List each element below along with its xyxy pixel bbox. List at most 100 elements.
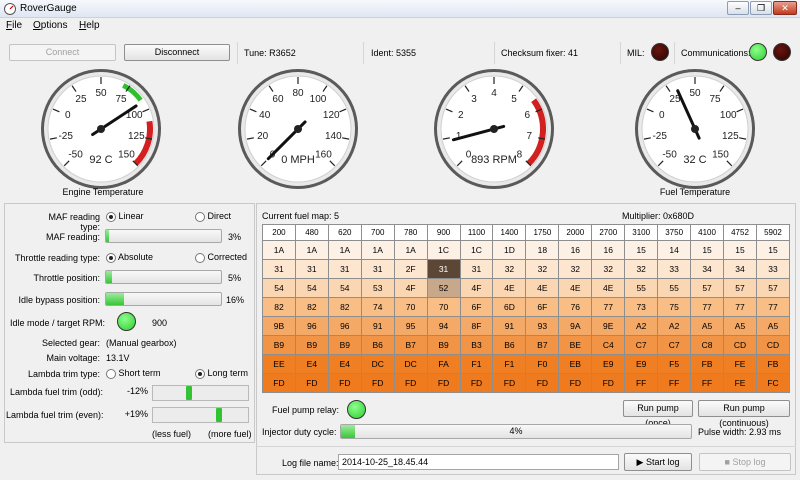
fuel-map-cell: C8 — [690, 335, 725, 355]
throttle-position-bar — [105, 270, 222, 284]
log-file-input[interactable]: 2014-10-25_18.45.44 — [338, 454, 619, 470]
radio-indicator[interactable] — [195, 211, 205, 222]
fuel-map-cell: CD — [755, 335, 791, 355]
fuel-map-cell: 31 — [459, 259, 494, 279]
selected-gear-value: (Manual gearbox) — [106, 338, 177, 348]
fuel-map-cell: 16 — [591, 240, 626, 260]
gauge-readout: 0 MPH — [281, 154, 315, 166]
radio-indicator[interactable] — [106, 211, 116, 222]
menu-help-label: elp — [86, 20, 100, 31]
maximize-button[interactable]: ❐ — [750, 1, 772, 15]
stop-log-button[interactable]: ■ Stop log — [699, 453, 791, 471]
speed-gauge: 0204060801001201401600 MPH — [238, 69, 358, 189]
fuel-map-cell: B9 — [327, 335, 362, 355]
fuel-map-cell: FF — [690, 373, 725, 393]
title-bar[interactable] — [0, 0, 800, 18]
lambda-long-term-radio[interactable]: Long term — [195, 368, 248, 379]
fuel-map-cell: FD — [327, 373, 362, 393]
separator — [256, 446, 796, 447]
table-row: 31 31 31 31 2F 31 31 32 32 32 32 32 33 34 34 33 — [262, 259, 791, 279]
start-log-label: Start log — [645, 457, 680, 467]
fuel-map-cell: F1 — [492, 354, 527, 374]
connect-button[interactable]: Connect — [9, 44, 116, 61]
minimize-button[interactable]: – — [727, 1, 749, 15]
radio-indicator[interactable] — [195, 252, 205, 263]
fuel-map-cell: 31 — [360, 259, 395, 279]
menu-file[interactable]: File — [6, 20, 22, 31]
fuel-map-cell: 32 — [624, 259, 659, 279]
fuel-map-multiplier: Multiplier: 0x680D — [622, 211, 695, 221]
table-row: 54 54 54 53 4F 52 4F 4E 4E 4E 4E 55 55 57 57 57 — [262, 278, 791, 298]
engine-temperature-title: Engine Temperature — [62, 187, 144, 197]
radio-indicator[interactable] — [195, 368, 205, 379]
menu-bar — [0, 18, 800, 34]
gauge-tick-label: 120 — [323, 110, 340, 121]
fuel-map-cell: FE — [723, 354, 757, 374]
injector-duty-bar: 4% — [340, 424, 692, 439]
fuel-map-cell: C7 — [624, 335, 659, 355]
disconnect-button[interactable]: Disconnect — [124, 44, 230, 61]
trim-odd-marker — [186, 386, 193, 400]
maf-direct-radio[interactable]: Direct — [195, 211, 231, 222]
gauge-tick-label: -50 — [662, 149, 677, 160]
gauge-tick-label: 7 — [527, 131, 533, 142]
radio-indicator[interactable] — [106, 252, 116, 263]
separator — [674, 42, 675, 64]
lambda-short-term-radio[interactable]: Short term — [106, 368, 161, 379]
maf-linear-radio[interactable]: Linear — [106, 211, 144, 222]
fuel-map-cell: B7 — [393, 335, 428, 355]
fuel-map-cell: FF — [657, 373, 692, 393]
menu-options-key: O — [33, 20, 41, 31]
maf-reading-label: MAF reading: — [45, 232, 100, 242]
gauge-hub — [691, 125, 699, 133]
fuel-map-column-header: 4100 — [690, 224, 725, 241]
idle-bypass-fill — [106, 293, 125, 305]
fuel-map-cell: DC — [393, 354, 428, 374]
throttle-corrected-label: Corrected — [207, 252, 248, 262]
fuel-map-cell: A5 — [755, 316, 791, 336]
gauge-tick-label: 5 — [511, 94, 517, 105]
separator — [494, 42, 495, 64]
fuel-map-cell: 33 — [755, 259, 791, 279]
fuel-map-cell: 31 — [294, 259, 329, 279]
separator — [620, 42, 621, 64]
gauge-readout: 32 C — [683, 154, 706, 166]
start-log-button[interactable]: ▶ Start log — [624, 453, 692, 471]
menu-help[interactable]: Help — [79, 20, 100, 31]
fuel-map-cell: 57 — [755, 278, 791, 298]
throttle-absolute-radio[interactable]: Absolute — [106, 252, 153, 263]
run-pump-continuous-button[interactable]: Run pump (continuous) — [698, 400, 790, 428]
gauge-tick-label: 4 — [491, 88, 497, 99]
table-row: 82 82 82 74 70 70 6F 6D 6F 76 77 73 75 77 77 77 — [262, 297, 791, 317]
radio-indicator[interactable] — [106, 368, 116, 379]
fuel-map-cell: 32 — [558, 259, 593, 279]
fuel-map-cell: 75 — [657, 297, 692, 317]
tune-label: Tune: R3652 — [244, 48, 296, 58]
gauge-hub — [97, 125, 105, 133]
gauge-tick-label: 80 — [292, 88, 304, 99]
gauge-tick-label: -25 — [58, 131, 73, 142]
table-row: 9B 96 96 91 95 94 8F 91 93 9A 9E A2 A2 A5 A5 A5 — [262, 316, 791, 336]
fuel-map-cell: F5 — [657, 354, 692, 374]
fuel-map-cell: 73 — [624, 297, 659, 317]
fuel-map-cell: 32 — [492, 259, 527, 279]
run-pump-once-button[interactable]: Run pump (once) — [623, 400, 693, 428]
fuel-map-cell: DC — [360, 354, 395, 374]
close-button[interactable]: ✕ — [773, 1, 797, 15]
fuel-map-cell: 31 — [426, 259, 461, 279]
less-fuel-label: (less fuel) — [152, 429, 192, 439]
gauge-tick-label: 125 — [128, 131, 145, 142]
throttle-corrected-radio[interactable]: Corrected — [195, 252, 247, 263]
fuel-map-cell: EE — [262, 354, 296, 374]
fuel-map-cell: FD — [591, 373, 626, 393]
fuel-map-cell: 1C — [459, 240, 494, 260]
fuel-map-cell: E4 — [294, 354, 329, 374]
stop-icon: ■ — [724, 457, 730, 467]
fuel-map-cell: E4 — [327, 354, 362, 374]
fuel-map-column-header: 2700 — [591, 224, 626, 241]
fuel-map-cell: 15 — [690, 240, 725, 260]
fuel-map-cell: 57 — [723, 278, 757, 298]
fuel-map-cell: 77 — [755, 297, 791, 317]
menu-options[interactable]: Options — [33, 20, 67, 31]
fuel-map-cell: FD — [459, 373, 494, 393]
